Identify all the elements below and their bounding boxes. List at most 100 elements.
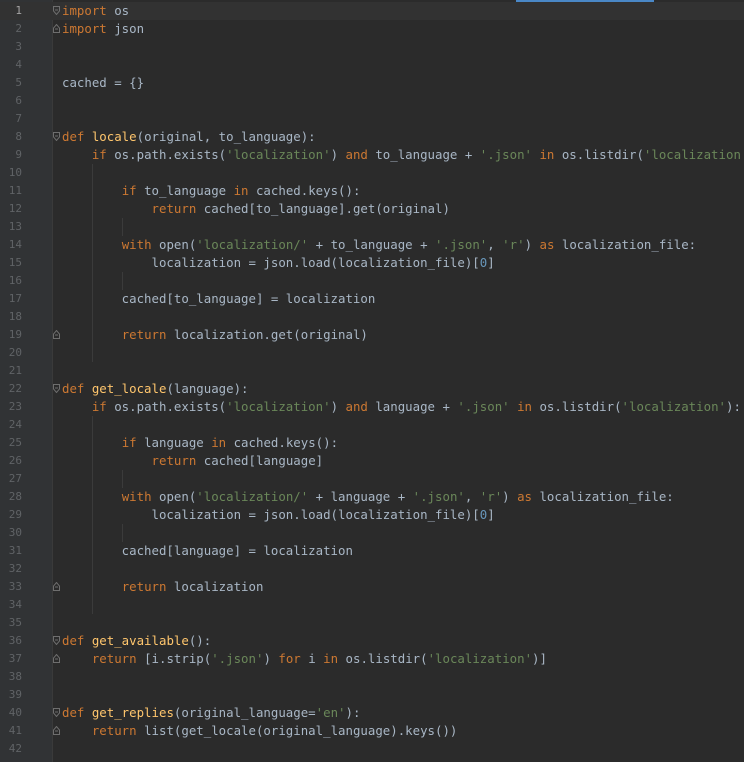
line-number: 42 <box>8 742 22 755</box>
code-line[interactable]: 27 <box>0 470 744 488</box>
fold-open-icon[interactable] <box>53 132 60 141</box>
code-text: def get_available(): <box>62 632 211 650</box>
code-token: with <box>121 489 152 504</box>
code-line[interactable]: 12 return cached[to_language].get(origin… <box>0 200 744 218</box>
code-line[interactable]: 14 with open('localization/' + to_langua… <box>0 236 744 254</box>
code-line[interactable]: 33 return localization <box>0 578 744 596</box>
fold-open-icon[interactable] <box>53 384 60 393</box>
code-line[interactable]: 25 if language in cached.keys(): <box>0 434 744 452</box>
code-line[interactable]: 23 if os.path.exists('localization') and… <box>0 398 744 416</box>
code-text: return localization <box>62 578 264 596</box>
code-line[interactable]: 8 def locale(original, to_language): <box>0 128 744 146</box>
line-number: 19 <box>8 328 22 341</box>
code-line[interactable]: 19 return localization.get(original) <box>0 326 744 344</box>
code-line[interactable]: 16 <box>0 272 744 290</box>
code-line[interactable]: 36 def get_available(): <box>0 632 744 650</box>
fold-open-icon[interactable] <box>53 6 60 15</box>
code-token: 'localization' <box>621 399 726 414</box>
code-token: get_locale <box>91 381 167 396</box>
code-token: 'localization' <box>226 147 331 162</box>
line-number: 13 <box>8 220 22 233</box>
code-token: cached[language] <box>196 453 324 468</box>
fold-open-icon[interactable] <box>53 708 60 717</box>
line-number: 41 <box>8 724 22 737</box>
code-token: return <box>91 723 137 738</box>
line-number: 21 <box>8 364 22 377</box>
code-token: language + <box>367 399 458 414</box>
code-line[interactable]: 10 <box>0 164 744 182</box>
code-line[interactable]: 31 cached[language] = localization <box>0 542 744 560</box>
code-token: '.json' <box>412 489 465 504</box>
code-text: cached[to_language] = localization <box>62 290 376 308</box>
line-number: 33 <box>8 580 22 593</box>
code-token: ) <box>524 237 540 252</box>
code-line[interactable]: 1 import os <box>0 2 744 20</box>
code-line[interactable]: 30 <box>0 524 744 542</box>
code-line[interactable]: 39 <box>0 686 744 704</box>
code-token: for <box>278 651 301 666</box>
code-line[interactable]: 9 if os.path.exists('localization') and … <box>0 146 744 164</box>
code-line[interactable]: 38 <box>0 668 744 686</box>
code-line[interactable]: 17 cached[to_language] = localization <box>0 290 744 308</box>
code-editor[interactable]: 1 import os 2 import json 3 4 5 cached = {} 6 7 8 d… <box>0 0 744 762</box>
code-line[interactable]: 29 localization = json.load(localization… <box>0 506 744 524</box>
code-token: '.json' <box>457 399 510 414</box>
line-number: 30 <box>8 526 22 539</box>
code-line[interactable]: 5 cached = {} <box>0 74 744 92</box>
code-token: if <box>91 147 107 162</box>
code-line[interactable]: 32 <box>0 560 744 578</box>
code-line[interactable]: 7 <box>0 110 744 128</box>
line-number: 35 <box>8 616 22 629</box>
code-line[interactable]: 13 <box>0 218 744 236</box>
code-line[interactable]: 18 <box>0 308 744 326</box>
code-line[interactable]: 37 return [i.strip('.json') for i in os.… <box>0 650 744 668</box>
code-token: cached[to_language].get(original) <box>196 201 450 216</box>
code-line[interactable]: 11 if to_language in cached.keys(): <box>0 182 744 200</box>
fold-close-icon[interactable] <box>53 726 60 735</box>
code-line[interactable]: 22 def get_locale(language): <box>0 380 744 398</box>
fold-close-icon[interactable] <box>53 582 60 591</box>
code-line[interactable]: 34 <box>0 596 744 614</box>
code-line[interactable]: 28 with open('localization/' + language … <box>0 488 744 506</box>
code-token: cached.keys(): <box>248 183 361 198</box>
fold-close-icon[interactable] <box>53 654 60 663</box>
code-token: os.listdir( <box>554 147 644 162</box>
code-text: with open('localization/' + to_language … <box>62 236 696 254</box>
code-line[interactable]: 24 <box>0 416 744 434</box>
code-token: import <box>62 21 107 36</box>
code-line[interactable]: 21 <box>0 362 744 380</box>
code-line[interactable]: 15 localization = json.load(localization… <box>0 254 744 272</box>
code-line[interactable]: 35 <box>0 614 744 632</box>
code-text: if os.path.exists('localization') and la… <box>62 398 741 416</box>
code-token: as <box>539 237 555 252</box>
code-text: return cached[language] <box>62 452 324 470</box>
line-number: 23 <box>8 400 22 413</box>
code-line[interactable]: 20 <box>0 344 744 362</box>
code-line[interactable]: 42 <box>0 740 744 758</box>
code-line[interactable]: 4 <box>0 56 744 74</box>
line-number: 14 <box>8 238 22 251</box>
code-line[interactable]: 40 def get_replies(original_language='en'… <box>0 704 744 722</box>
code-token: 'localization' <box>226 399 331 414</box>
fold-close-icon[interactable] <box>53 24 60 33</box>
code-line[interactable]: 3 <box>0 38 744 56</box>
line-number: 29 <box>8 508 22 521</box>
code-line[interactable]: 6 <box>0 92 744 110</box>
code-token: 'localization/' <box>196 489 309 504</box>
line-number: 36 <box>8 634 22 647</box>
code-line[interactable]: 41 return list(get_locale(original_langu… <box>0 722 744 740</box>
code-token: in <box>211 435 227 450</box>
line-number: 6 <box>15 94 22 107</box>
code-token: 'localization' <box>427 651 533 666</box>
code-token: ) <box>330 399 346 414</box>
fold-open-icon[interactable] <box>53 636 60 645</box>
code-line[interactable]: 2 import json <box>0 20 744 38</box>
code-token: in <box>233 183 249 198</box>
code-line[interactable]: 26 return cached[language] <box>0 452 744 470</box>
fold-close-icon[interactable] <box>53 330 60 339</box>
